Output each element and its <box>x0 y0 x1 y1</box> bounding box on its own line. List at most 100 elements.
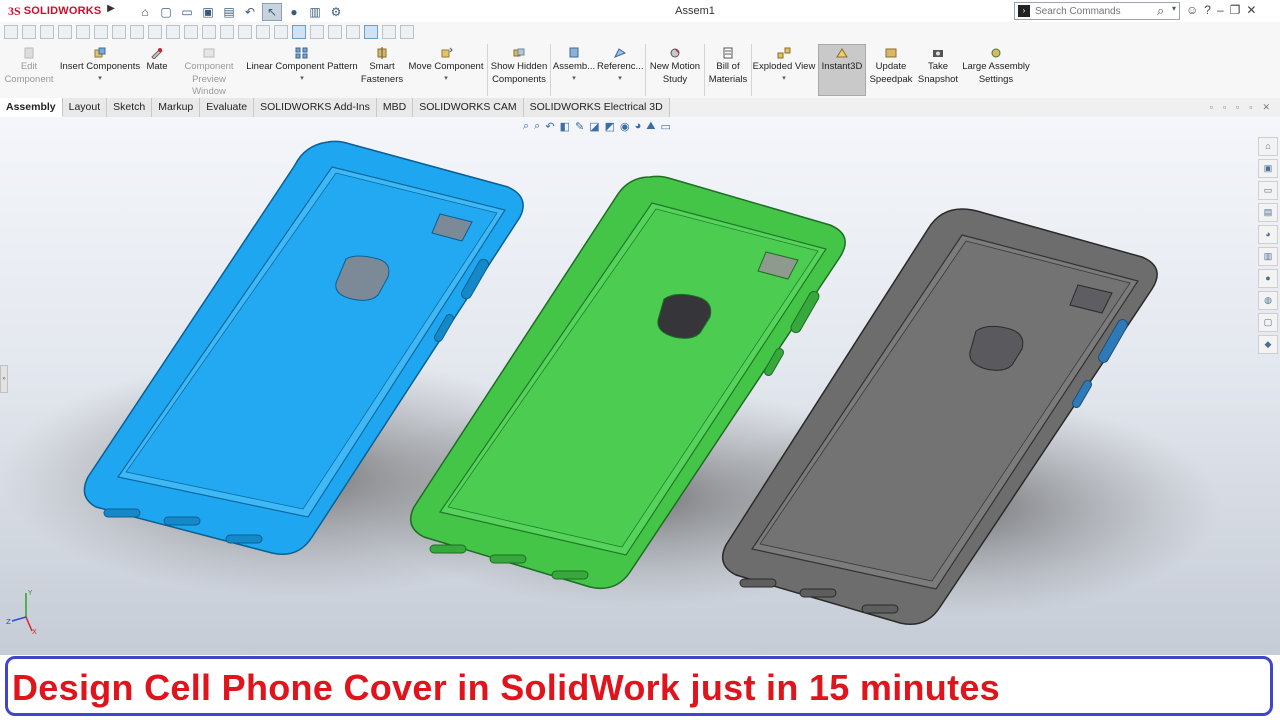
file-explorer-icon[interactable]: ▤ <box>1258 203 1278 222</box>
save-icon[interactable]: ▣ <box>199 4 217 20</box>
mini-tool-icon[interactable] <box>274 25 288 39</box>
appearances-icon[interactable]: ◕ <box>1258 225 1278 244</box>
mini-tool-icon[interactable] <box>130 25 144 39</box>
smart-fasteners-button[interactable]: Smart Fasteners <box>360 47 404 86</box>
custom-properties-icon[interactable]: ▥ <box>1258 247 1278 266</box>
design-library-icon[interactable]: ▭ <box>1258 181 1278 200</box>
resources-icon[interactable]: ▣ <box>1258 159 1278 178</box>
chevron-down-icon[interactable]: ▾ <box>552 74 596 83</box>
chevron-down-icon[interactable]: ▾ <box>597 74 643 83</box>
restore-icon[interactable]: ❐ <box>1230 3 1241 17</box>
mini-tool-icon[interactable] <box>400 25 414 39</box>
mini-tool-icon[interactable] <box>202 25 216 39</box>
mini-tool-icon[interactable] <box>364 25 378 39</box>
undo-icon[interactable]: ↶ <box>241 4 259 20</box>
edit-appearance-icon[interactable]: ◕ <box>635 120 642 133</box>
open-icon[interactable]: ▭ <box>178 4 196 20</box>
search-input[interactable] <box>1035 4 1153 18</box>
mini-tool-icon[interactable] <box>328 25 342 39</box>
close-icon[interactable]: ✕ <box>1246 3 1256 17</box>
display-style-icon[interactable]: ◩ <box>605 120 615 133</box>
tab-evaluate[interactable]: Evaluate <box>200 98 255 117</box>
solidworks-forum-icon[interactable]: ◍ <box>1258 291 1278 310</box>
tile-icon[interactable]: ▫ <box>1210 102 1213 113</box>
cad-models-icon[interactable]: ◆ <box>1258 335 1278 354</box>
chevron-down-icon[interactable]: ▾ <box>752 74 816 83</box>
tab-solidworks-electrical-3d[interactable]: SOLIDWORKS Electrical 3D <box>523 98 670 117</box>
tab-layout[interactable]: Layout <box>62 98 108 117</box>
home-icon[interactable]: ⌂ <box>136 4 154 20</box>
search-commands-box[interactable]: › ⌕ ▾ <box>1014 2 1180 20</box>
mate-button[interactable]: Mate <box>142 47 172 74</box>
mini-tool-icon[interactable] <box>184 25 198 39</box>
take-snapshot-button[interactable]: Take Snapshot <box>916 47 960 86</box>
view-palette-icon[interactable]: ● <box>1258 269 1278 288</box>
section-view-icon[interactable]: ◧ <box>560 120 570 133</box>
restore-icon[interactable]: ▫ <box>1249 102 1252 113</box>
tab-assembly[interactable]: Assembly <box>0 98 63 117</box>
select-icon[interactable]: ↖ <box>262 3 282 21</box>
zoom-to-area-icon[interactable]: ⌕ <box>534 120 540 133</box>
minimize-icon[interactable]: – <box>1217 3 1224 17</box>
mini-tool-icon[interactable] <box>382 25 396 39</box>
apply-scene-icon[interactable]: ⛰ <box>646 120 655 133</box>
edit-component-button[interactable]: Edit Component <box>2 47 56 86</box>
exploded-view-button[interactable]: Exploded View ▾ <box>752 47 816 83</box>
hide-show-items-icon[interactable]: ◉ <box>620 120 630 133</box>
tab-sketch[interactable]: Sketch <box>107 98 153 117</box>
feature-manager-expand-handle[interactable]: » <box>0 365 8 393</box>
bill-of-materials-button[interactable]: Bill of Materials <box>706 47 750 86</box>
chevron-down-icon[interactable]: ▾ <box>58 74 142 83</box>
assembly-features-button[interactable]: Assemb... ▾ <box>552 47 596 83</box>
minimize-icon[interactable]: ▫ <box>1236 102 1239 113</box>
new-document-icon[interactable]: ▢ <box>157 4 175 20</box>
tab-solidworks-add-ins[interactable]: SOLIDWORKS Add-Ins <box>254 98 377 117</box>
update-speedpak-button[interactable]: Update Speedpak <box>868 47 914 86</box>
help-icon[interactable]: ? <box>1204 3 1211 17</box>
mini-tool-icon[interactable] <box>112 25 126 39</box>
mini-tool-icon[interactable] <box>94 25 108 39</box>
mini-tool-icon[interactable] <box>40 25 54 39</box>
mini-tool-icon[interactable] <box>148 25 162 39</box>
file-properties-icon[interactable]: ▥ <box>306 4 324 20</box>
user-icon[interactable]: ☺ <box>1186 3 1198 17</box>
large-assembly-settings-button[interactable]: Large Assembly Settings <box>962 47 1030 86</box>
view-orientation-icon[interactable]: ◪ <box>589 120 599 133</box>
chevron-down-icon[interactable]: ▾ <box>1172 4 1176 13</box>
chevron-down-icon[interactable]: ▾ <box>246 74 358 83</box>
options-icon[interactable]: ⚙ <box>327 4 345 20</box>
comments-icon[interactable]: ▢ <box>1258 313 1278 332</box>
mini-tool-icon[interactable] <box>22 25 36 39</box>
view-settings-icon[interactable]: ▭ <box>661 120 671 133</box>
mini-tool-icon[interactable] <box>166 25 180 39</box>
mini-tool-icon[interactable] <box>58 25 72 39</box>
tab-solidworks-cam[interactable]: SOLIDWORKS CAM <box>413 98 524 117</box>
search-icon[interactable]: ⌕ <box>1157 3 1164 19</box>
linear-component-pattern-button[interactable]: Linear Component Pattern ▾ <box>246 47 358 83</box>
chevron-down-icon[interactable]: ▾ <box>404 74 488 83</box>
home-icon[interactable]: ⌂ <box>1258 137 1278 156</box>
dynamic-annotation-icon[interactable]: ✎ <box>575 120 584 133</box>
previous-view-icon[interactable]: ↶ <box>545 120 554 133</box>
tab-mbd[interactable]: MBD <box>376 98 414 117</box>
mini-tool-icon[interactable] <box>76 25 90 39</box>
mini-tool-icon[interactable] <box>4 25 18 39</box>
mini-tool-icon[interactable] <box>310 25 324 39</box>
insert-components-button[interactable]: Insert Components ▾ <box>58 47 142 83</box>
show-hidden-components-button[interactable]: Show Hidden Components <box>489 47 549 86</box>
instant3d-button[interactable]: Instant3D <box>818 47 866 74</box>
rebuild-icon[interactable]: ● <box>285 4 303 20</box>
new-motion-study-button[interactable]: New Motion Study <box>647 47 703 86</box>
solidworks-logo[interactable]: 3S SOLIDWORKS <box>8 3 101 19</box>
mini-tool-icon[interactable] <box>292 25 306 39</box>
mini-tool-icon[interactable] <box>256 25 270 39</box>
component-preview-window-button[interactable]: Component Preview Window <box>174 47 244 99</box>
mini-tool-icon[interactable] <box>220 25 234 39</box>
tab-markup[interactable]: Markup <box>152 98 201 117</box>
split-icon[interactable]: ▫ <box>1223 102 1226 113</box>
close-icon[interactable]: ✕ <box>1262 102 1270 113</box>
zoom-to-fit-icon[interactable]: ⌕ <box>523 120 529 133</box>
graphics-area[interactable]: ⌕ ⌕ ↶ ◧ ✎ ◪ ◩ ◉ ◕ ⛰ ▭ ⌂ ▣ ▭ ▤ ◕ ▥ ● ◍ ▢ … <box>0 117 1280 655</box>
reference-geometry-button[interactable]: Referenc... ▾ <box>597 47 643 83</box>
move-component-button[interactable]: Move Component ▾ <box>404 47 488 83</box>
